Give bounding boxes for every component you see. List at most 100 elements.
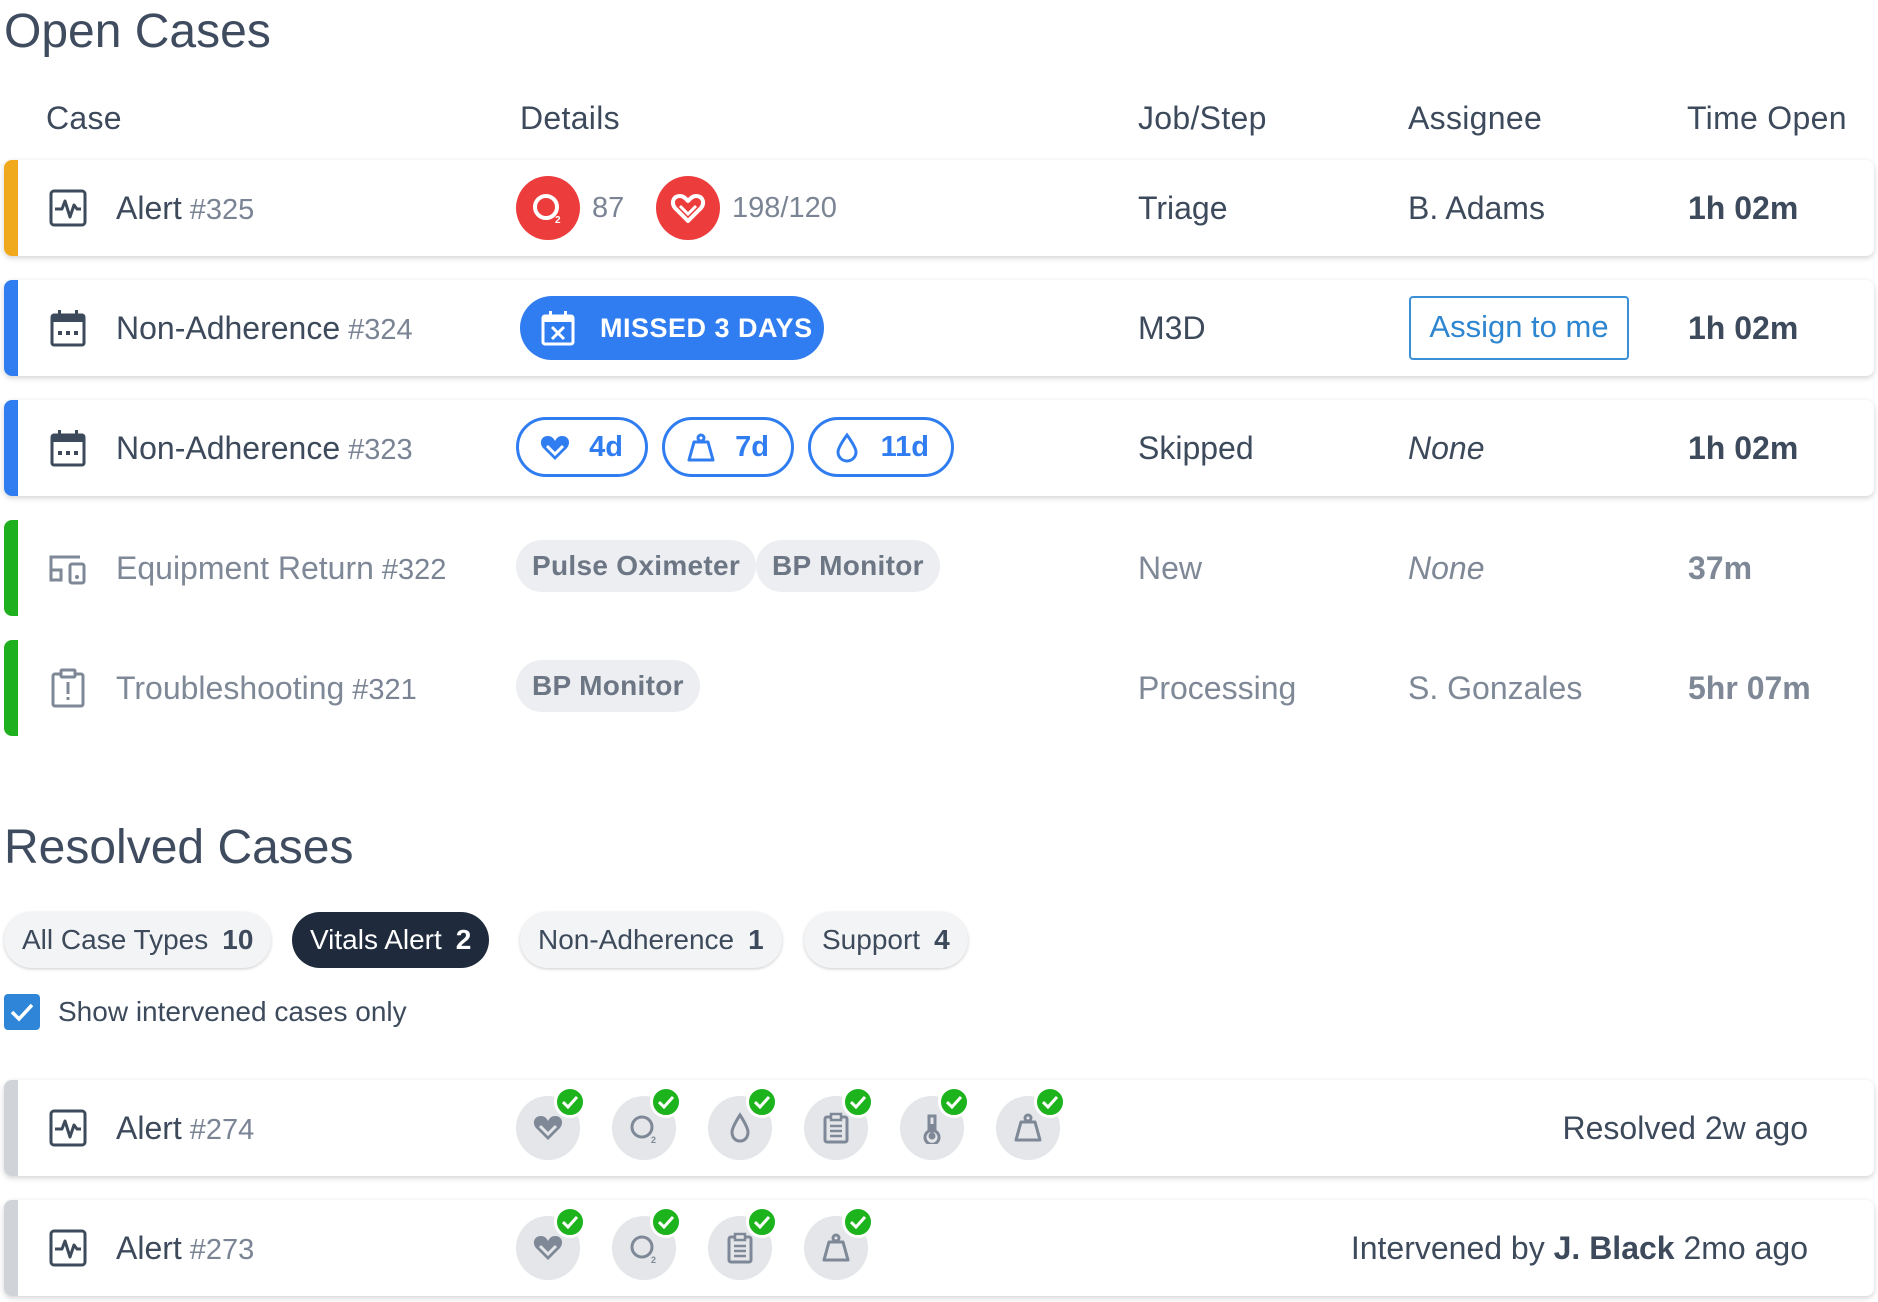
- case-number: #325: [189, 194, 255, 226]
- vital-resolved-survey: [804, 1086, 874, 1160]
- drop-icon: [836, 432, 858, 463]
- clipboard-alert-icon: [51, 668, 85, 708]
- assignee: None: [1408, 550, 1485, 586]
- resolved-status: Resolved 2w ago: [1562, 1110, 1808, 1146]
- heart-icon: [540, 436, 570, 460]
- job-step: Triage: [1138, 190, 1228, 226]
- check-badge-icon: [554, 1086, 586, 1118]
- job-step: Processing: [1138, 670, 1297, 706]
- missed-weight-pill: 7d: [662, 417, 794, 477]
- devices-icon: [49, 555, 86, 585]
- missed-days-badge: MISSED 3 DAYS: [520, 296, 824, 360]
- time-open: 37m: [1688, 550, 1753, 586]
- missed-glucose-pill: 11d: [808, 417, 954, 477]
- missed-days-label: MISSED 3 DAYS: [600, 313, 813, 343]
- case-number: #324: [348, 314, 413, 346]
- resolved-row-274[interactable]: Alert #274 2 Resolved 2w ago: [4, 1080, 1874, 1176]
- clipboard-icon: [727, 1232, 753, 1264]
- case-row-321[interactable]: Troubleshooting #321 BP Monitor Processin…: [4, 640, 1874, 736]
- check-badge-icon: [842, 1206, 874, 1238]
- oxygen-icon: 2: [630, 1235, 656, 1264]
- assignee: None: [1408, 430, 1485, 466]
- status-bar: [4, 400, 18, 496]
- intervened-only-label[interactable]: Show intervened cases only: [58, 994, 407, 1030]
- oxygen-icon: 2: [630, 1115, 656, 1144]
- assign-to-me-button[interactable]: Assign to me: [1409, 296, 1629, 360]
- filter-non-adherence[interactable]: Non-Adherence 1: [520, 912, 782, 968]
- check-badge-icon: [554, 1206, 586, 1238]
- status-bar: [4, 280, 18, 376]
- filter-support[interactable]: Support 4: [804, 912, 968, 968]
- case-title: Non-Adherence #324: [116, 310, 413, 346]
- check-badge-icon: [842, 1086, 874, 1118]
- svg-text:2: 2: [651, 1255, 656, 1264]
- check-badge-icon: [650, 1206, 682, 1238]
- filter-vitals-alert[interactable]: Vitals Alert 2: [292, 912, 490, 968]
- check-badge-icon: [1034, 1086, 1066, 1118]
- intervened-only-checkbox[interactable]: [4, 994, 40, 1030]
- time-open: 1h 02m: [1688, 190, 1799, 226]
- case-title: Equipment Return #322: [116, 550, 447, 586]
- weight-icon: [687, 433, 715, 462]
- equipment-tag: Pulse Oximeter: [516, 540, 757, 592]
- case-title: Troubleshooting #321: [116, 670, 417, 706]
- heart-vital-badge: [656, 176, 720, 240]
- vital-resolved-weight: [996, 1086, 1066, 1160]
- activity-icon: [49, 1229, 87, 1267]
- case-title: Non-Adherence #323: [116, 430, 413, 466]
- vital-resolved-glucose: [708, 1086, 778, 1160]
- thermometer-icon: [923, 1114, 941, 1144]
- oxygen-vital-badge: 2: [516, 176, 580, 240]
- column-header-time-open: Time Open: [1687, 100, 1847, 136]
- svg-text:2: 2: [555, 215, 561, 226]
- vital-resolved-survey: [708, 1206, 778, 1280]
- equipment-tag: BP Monitor: [516, 660, 700, 712]
- equipment-tag: BP Monitor: [756, 540, 940, 592]
- oxygen-value: 87: [592, 192, 625, 224]
- vital-resolved-oxygen: 2: [612, 1086, 682, 1160]
- open-cases-heading: Open Cases: [4, 5, 271, 58]
- activity-icon: [49, 1109, 87, 1147]
- blood-pressure-value: 198/120: [732, 192, 837, 224]
- resolved-row-273[interactable]: Alert #273 2 Intervened by J. Black 2mo a…: [4, 1200, 1874, 1296]
- oxygen-icon: 2: [533, 194, 561, 226]
- filter-all-case-types[interactable]: All Case Types 10: [4, 912, 272, 968]
- check-badge-icon: [938, 1086, 970, 1118]
- case-title: Alert #273: [116, 1230, 255, 1266]
- case-title: Alert #274: [116, 1110, 255, 1146]
- time-open: 1h 02m: [1688, 310, 1799, 346]
- weight-icon: [822, 1233, 850, 1262]
- weight-icon: [1014, 1113, 1042, 1142]
- case-row-323[interactable]: Non-Adherence #323 4d 7d 11d Skipped None…: [4, 400, 1874, 496]
- cases-page: Open Cases Case Details Job/Step Assigne…: [0, 0, 1878, 1302]
- case-number: #273: [189, 1234, 255, 1266]
- case-number: #274: [189, 1114, 255, 1146]
- check-badge-icon: [650, 1086, 682, 1118]
- vital-resolved-heart: [516, 1206, 586, 1280]
- job-step: M3D: [1138, 310, 1206, 346]
- status-bar: [4, 160, 18, 256]
- status-bar: [4, 640, 18, 736]
- clipboard-icon: [823, 1112, 849, 1144]
- check-badge-icon: [746, 1206, 778, 1238]
- intervened-status: Intervened by J. Black 2mo ago: [1350, 1230, 1808, 1266]
- heart-icon: [670, 194, 706, 223]
- column-header-case: Case: [46, 100, 122, 136]
- case-row-322[interactable]: Equipment Return #322 Pulse Oximeter BP M…: [4, 520, 1874, 616]
- case-row-325[interactable]: Alert #325 2 87 198/120 Triage B. Adams 1…: [4, 160, 1874, 256]
- intervener-name: J. Black: [1553, 1230, 1675, 1266]
- heart-icon: [533, 1236, 563, 1260]
- column-header-assignee: Assignee: [1408, 100, 1543, 136]
- calendar-icon: [50, 310, 86, 347]
- drop-icon: [730, 1112, 750, 1143]
- missed-heart-pill: 4d: [516, 417, 648, 477]
- vital-resolved-oxygen: 2: [612, 1206, 682, 1280]
- column-header-details: Details: [520, 100, 620, 136]
- vital-resolved-weight: [804, 1206, 874, 1280]
- check-icon: [10, 1003, 34, 1022]
- job-step: New: [1138, 550, 1203, 586]
- assignee: B. Adams: [1408, 190, 1545, 226]
- case-row-324[interactable]: Non-Adherence #324 MISSED 3 DAYS M3D Assi…: [4, 280, 1874, 376]
- check-badge-icon: [746, 1086, 778, 1118]
- status-bar: [4, 1080, 18, 1176]
